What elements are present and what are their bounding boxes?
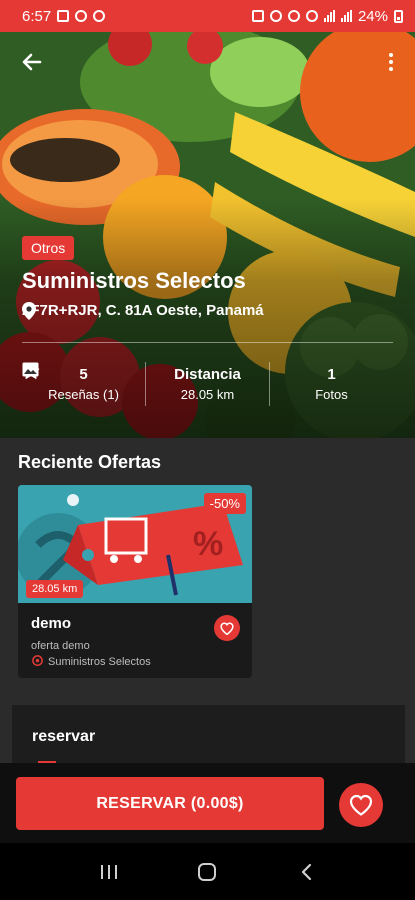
offer-distance-badge: 28.05 km	[26, 580, 84, 598]
home-icon	[198, 862, 217, 881]
offers-section-title: Reciente Ofertas	[18, 452, 162, 472]
back-nav-button[interactable]	[286, 857, 326, 887]
reservation-title: reservar	[32, 728, 96, 745]
more-vertical-icon	[389, 53, 393, 57]
svg-text:%: %	[193, 525, 223, 563]
offer-description: oferta demo	[31, 640, 90, 652]
offer-store-name: Suministros Selectos	[48, 655, 151, 668]
category-badge: Otros	[22, 236, 75, 260]
image-icon	[22, 362, 39, 377]
signal-2-icon	[340, 10, 352, 22]
arrow-left-icon	[22, 53, 42, 71]
reviews-label: Reseñas (1)	[48, 387, 119, 402]
alarm-icon	[269, 10, 282, 22]
home-button[interactable]	[187, 857, 227, 887]
store-address[interactable]: 2F7R+RJR, C. 81A Oeste, Panamá	[22, 302, 264, 320]
heart-icon	[349, 794, 373, 816]
battery-icon	[394, 9, 403, 23]
recent-apps-button[interactable]	[89, 857, 129, 887]
system-nav-bar	[0, 843, 415, 900]
lock-icon	[251, 10, 264, 22]
address-text: 2F7R+RJR, C. 81A Oeste, Panamá	[22, 302, 264, 319]
store-stats: 5 Reseñas (1) Distancia 28.05 km 1 Fotos	[22, 362, 393, 406]
bottom-action-bar: RESERVAR (0.00$)	[0, 763, 415, 843]
reviews-stat[interactable]: 5 Reseñas (1)	[22, 362, 145, 406]
offer-card[interactable]: % -50% 28.05 km demo oferta demo Suminis…	[18, 485, 252, 678]
favorite-button[interactable]	[339, 783, 383, 827]
reserve-button[interactable]: RESERVAR (0.00$)	[16, 777, 324, 830]
discount-badge: -50%	[203, 493, 246, 514]
photos-stat[interactable]: 1 Fotos	[22, 362, 393, 406]
photos-count: 1	[327, 366, 336, 383]
back-button[interactable]	[20, 50, 44, 74]
distance-stat: Distancia 28.05 km	[145, 362, 269, 406]
wifi-icon	[305, 10, 318, 22]
signal-icon	[323, 10, 335, 22]
store-hero: Otros Suministros Selectos 2F7R+RJR, C. …	[0, 32, 415, 438]
hero-divider	[22, 342, 393, 343]
store-name: Suministros Selectos	[22, 268, 246, 293]
photos-label: Fotos	[315, 387, 348, 402]
location-icon	[287, 10, 300, 22]
battery-percent: 24%	[357, 7, 388, 25]
dnd-icon	[75, 10, 88, 22]
distance-label: Distancia	[174, 366, 241, 383]
location-outline-icon	[32, 655, 43, 666]
offer-favorite-button[interactable]	[214, 615, 240, 641]
heart-icon	[220, 621, 234, 635]
offer-title: demo	[31, 615, 72, 632]
more-options-button[interactable]	[383, 50, 399, 74]
offer-image: % -50% 28.05 km	[18, 485, 252, 603]
vpn-icon	[93, 10, 106, 22]
rating-value: 5	[79, 366, 88, 383]
gallery-notification-icon	[57, 10, 70, 22]
status-bar: 6:57 24%	[0, 0, 415, 32]
offer-store: Suministros Selectos	[31, 655, 239, 668]
recents-icon	[101, 864, 118, 879]
distance-value: 28.05 km	[180, 387, 235, 402]
status-time: 6:57	[22, 7, 52, 25]
location-pin-icon	[22, 302, 36, 320]
chevron-left-icon	[301, 863, 311, 880]
